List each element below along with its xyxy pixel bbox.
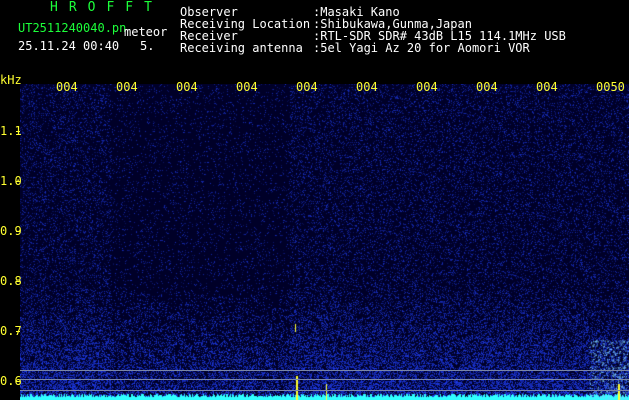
x-tick-label: 004 [476,80,498,94]
y-tick-label: 1.1 [0,124,22,138]
x-tick-label: 004 [116,80,138,94]
y-tick-label: 0.6 [0,374,22,388]
x-tick-label: 0050 [596,80,625,94]
guide-line [20,379,629,380]
guide-line [20,390,629,391]
y-tick-label: 0.7 [0,324,22,338]
y-tick-mark [16,231,20,232]
x-tick-label: 004 [176,80,198,94]
y-tick-mark [16,131,20,132]
y-tick-mark [16,381,20,382]
y-axis-unit: kHz [0,73,22,87]
antenna-label: Receiving antenna [180,41,303,55]
y-tick-mark [16,181,20,182]
x-tick-label: 004 [536,80,558,94]
y-tick-mark [16,281,20,282]
y-tick-label: 0.9 [0,224,22,238]
antenna-value: :5el Yagi Az 20 for Aomori VOR [313,41,530,55]
x-tick-label: 004 [296,80,318,94]
x-tick-label: 004 [416,80,438,94]
info-block: Observer :Masaki Kano Receiving Location… [0,0,629,60]
x-tick-label: 004 [236,80,258,94]
y-tick-label: 1.0 [0,174,22,188]
spectrogram-canvas [20,84,629,400]
y-tick-label: 0.8 [0,274,22,288]
guide-line [20,370,629,371]
x-tick-label: 004 [56,80,78,94]
x-tick-label: 004 [356,80,378,94]
y-tick-mark [16,331,20,332]
